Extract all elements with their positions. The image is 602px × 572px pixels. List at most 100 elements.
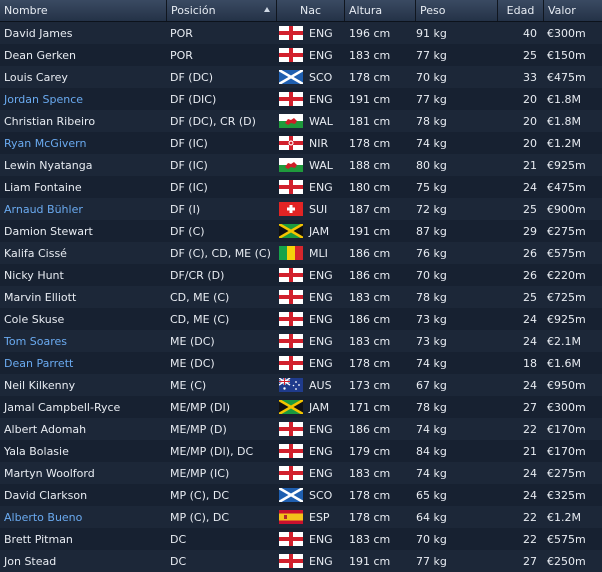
player-row[interactable]: Jordan Spence DF (DIC) ENG 191 cm 77 kg … (0, 88, 602, 110)
player-row[interactable]: Jon Stead DC ENG 191 cm 77 kg 27 €250m (0, 550, 602, 572)
player-row[interactable]: Liam Fontaine DF (IC) ENG 180 cm 75 kg 2… (0, 176, 602, 198)
player-name[interactable]: Brett Pitman (4, 533, 73, 546)
player-name-cell[interactable]: Lewin Nyatanga (0, 154, 167, 176)
player-name[interactable]: Dean Parrett (4, 357, 73, 370)
player-name[interactable]: Jon Stead (4, 555, 56, 568)
player-row[interactable]: Dean Parrett ME (DC) ENG 178 cm 74 kg 18… (0, 352, 602, 374)
nationality-code: ENG (309, 180, 333, 194)
player-name-cell[interactable]: Dean Gerken (0, 44, 167, 66)
player-row[interactable]: Christian Ribeiro DF (DC), CR (D) WAL 18… (0, 110, 602, 132)
player-name-cell[interactable]: Louis Carey (0, 66, 167, 88)
player-age: 25 (523, 202, 537, 216)
player-name-cell[interactable]: Martyn Woolford (0, 462, 167, 484)
player-name[interactable]: Nicky Hunt (4, 269, 64, 282)
player-row[interactable]: Ryan McGivern DF (IC) NIR 178 cm 74 kg 2… (0, 132, 602, 154)
player-row[interactable]: Yala Bolasie ME/MP (DI), DC ENG 179 cm 8… (0, 440, 602, 462)
player-name-cell[interactable]: Christian Ribeiro (0, 110, 167, 132)
player-name[interactable]: David Clarkson (4, 489, 87, 502)
player-row[interactable]: David Clarkson MP (C), DC SCO 178 cm 65 … (0, 484, 602, 506)
column-header-nationality[interactable]: Nac (277, 0, 345, 21)
player-name-cell[interactable]: Yala Bolasie (0, 440, 167, 462)
player-name[interactable]: Alberto Bueno (4, 511, 82, 524)
player-name-cell[interactable]: Damion Stewart (0, 220, 167, 242)
player-name-cell[interactable]: Alberto Bueno (0, 506, 167, 528)
player-value: €1.8M (547, 92, 581, 106)
player-name[interactable]: Arnaud Bühler (4, 203, 83, 216)
player-nationality-cell: ENG (277, 330, 345, 352)
player-position: POR (170, 26, 193, 40)
player-row[interactable]: Martyn Woolford ME/MP (IC) ENG 183 cm 74… (0, 462, 602, 484)
player-name-cell[interactable]: Brett Pitman (0, 528, 167, 550)
player-value: €925m (547, 158, 586, 172)
player-name-cell[interactable]: Liam Fontaine (0, 176, 167, 198)
player-name-cell[interactable]: Nicky Hunt (0, 264, 167, 286)
player-nationality-cell: NIR (277, 132, 345, 154)
player-row[interactable]: Dean Gerken POR ENG 183 cm 77 kg 25 €150… (0, 44, 602, 66)
player-name[interactable]: Jordan Spence (4, 93, 83, 106)
player-name-cell[interactable]: Jordan Spence (0, 88, 167, 110)
player-name[interactable]: Albert Adomah (4, 423, 86, 436)
player-row[interactable]: Jamal Campbell-Ryce ME/MP (DI) JAM 171 c… (0, 396, 602, 418)
player-name[interactable]: Ryan McGivern (4, 137, 86, 150)
player-nationality-cell: MLI (277, 242, 345, 264)
player-name[interactable]: Tom Soares (4, 335, 67, 348)
player-nationality-cell: ENG (277, 550, 345, 572)
player-age: 25 (523, 48, 537, 62)
player-nationality-cell: ENG (277, 264, 345, 286)
player-name-cell[interactable]: Neil Kilkenny (0, 374, 167, 396)
player-name[interactable]: Neil Kilkenny (4, 379, 75, 392)
player-name-cell[interactable]: Tom Soares (0, 330, 167, 352)
player-name-cell[interactable]: Albert Adomah (0, 418, 167, 440)
player-name[interactable]: Louis Carey (4, 71, 68, 84)
player-name[interactable]: Damion Stewart (4, 225, 93, 238)
player-name-cell[interactable]: Jon Stead (0, 550, 167, 572)
player-name-cell[interactable]: Cole Skuse (0, 308, 167, 330)
player-name[interactable]: Christian Ribeiro (4, 115, 95, 128)
nationality-code: JAM (309, 400, 330, 414)
player-row[interactable]: Albert Adomah ME/MP (D) ENG 186 cm 74 kg… (0, 418, 602, 440)
nationality-code: AUS (309, 378, 332, 392)
player-row[interactable]: David James POR ENG 196 cm 91 kg 40 €300… (0, 22, 602, 44)
player-name-cell[interactable]: Kalifa Cissé (0, 242, 167, 264)
player-row[interactable]: Cole Skuse CD, ME (C) ENG 186 cm 73 kg 2… (0, 308, 602, 330)
column-header-age[interactable]: Edad (498, 0, 544, 21)
player-name[interactable]: Dean Gerken (4, 49, 76, 62)
player-row[interactable]: Marvin Elliott CD, ME (C) ENG 183 cm 78 … (0, 286, 602, 308)
player-row[interactable]: Tom Soares ME (DC) ENG 183 cm 73 kg 24 €… (0, 330, 602, 352)
player-row[interactable]: Damion Stewart DF (C) JAM 191 cm 87 kg 2… (0, 220, 602, 242)
player-name-cell[interactable]: Arnaud Bühler (0, 198, 167, 220)
player-name-cell[interactable]: Ryan McGivern (0, 132, 167, 154)
player-name[interactable]: Jamal Campbell-Ryce (4, 401, 120, 414)
column-header-weight[interactable]: Peso (416, 0, 498, 21)
column-header-name[interactable]: Nombre (0, 0, 167, 21)
player-name-cell[interactable]: Dean Parrett (0, 352, 167, 374)
player-name[interactable]: David James (4, 27, 72, 40)
player-name[interactable]: Marvin Elliott (4, 291, 76, 304)
player-name-cell[interactable]: David Clarkson (0, 484, 167, 506)
player-name[interactable]: Martyn Woolford (4, 467, 95, 480)
player-name[interactable]: Kalifa Cissé (4, 247, 67, 260)
player-position: DF (DIC) (170, 92, 217, 106)
player-row[interactable]: Nicky Hunt DF/CR (D) ENG 186 cm 70 kg 26… (0, 264, 602, 286)
player-row[interactable]: Kalifa Cissé DF (C), CD, ME (C) MLI 186 … (0, 242, 602, 264)
player-name-cell[interactable]: Marvin Elliott (0, 286, 167, 308)
column-header-value[interactable]: Valor (544, 0, 602, 21)
column-header-height[interactable]: Altura (345, 0, 416, 21)
flag-eng-icon (279, 334, 303, 348)
player-name[interactable]: Cole Skuse (4, 313, 64, 326)
player-name[interactable]: Yala Bolasie (4, 445, 69, 458)
player-row[interactable]: Arnaud Bühler DF (I) SUI 187 cm 72 kg 25… (0, 198, 602, 220)
column-header-position[interactable]: Posición (167, 0, 277, 21)
player-name-cell[interactable]: David James (0, 22, 167, 44)
player-row[interactable]: Brett Pitman DC ENG 183 cm 70 kg 22 €575… (0, 528, 602, 550)
player-weight: 64 kg (416, 510, 447, 524)
player-name[interactable]: Lewin Nyatanga (4, 159, 92, 172)
player-row[interactable]: Louis Carey DF (DC) SCO 178 cm 70 kg 33 … (0, 66, 602, 88)
player-height: 186 cm (349, 268, 391, 282)
player-row[interactable]: Alberto Bueno MP (C), DC ESP 178 cm 64 k… (0, 506, 602, 528)
player-name[interactable]: Liam Fontaine (4, 181, 82, 194)
player-row[interactable]: Neil Kilkenny ME (C) AUS 173 cm 67 kg 24… (0, 374, 602, 396)
flag-sco-icon (279, 488, 303, 502)
player-row[interactable]: Lewin Nyatanga DF (IC) WAL 188 cm 80 kg … (0, 154, 602, 176)
player-name-cell[interactable]: Jamal Campbell-Ryce (0, 396, 167, 418)
